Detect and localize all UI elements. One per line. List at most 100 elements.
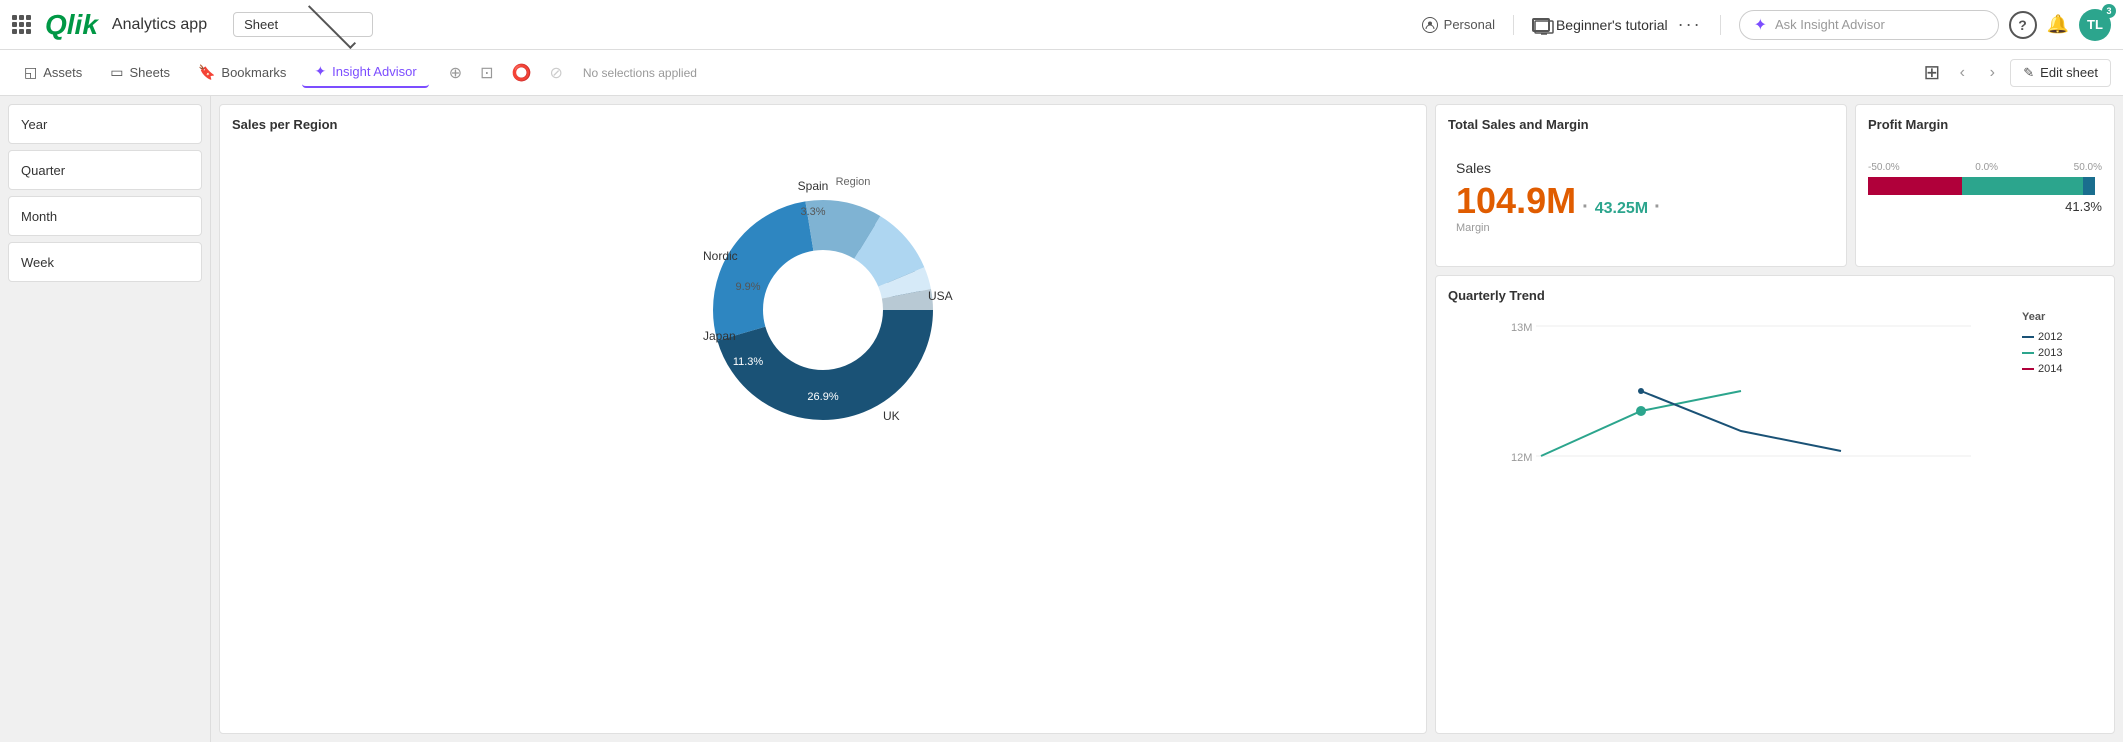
trend-2013	[1541, 391, 1741, 456]
insight-advisor-label: Insight Advisor	[332, 64, 417, 79]
sales-region-title: Sales per Region	[232, 117, 1414, 132]
charts-area: Sales per Region	[211, 96, 2123, 742]
insight-search-placeholder: Ask Insight Advisor	[1775, 17, 1885, 32]
insight-advisor-icon: ✦	[314, 63, 326, 80]
insight-advisor-button[interactable]: ✦ Insight Advisor	[302, 57, 428, 88]
more-options-button[interactable]: ···	[1678, 14, 1702, 35]
trend-svg: 13M 12M	[1448, 311, 2014, 491]
dot-2012-q2	[1638, 388, 1644, 394]
trend-2012	[1641, 391, 1841, 451]
chevron-down-icon	[308, 0, 356, 48]
personal-label: Personal	[1444, 17, 1495, 32]
personal-icon	[1422, 17, 1438, 33]
badge-container: TL 3	[2079, 9, 2111, 41]
assets-label: Assets	[43, 65, 82, 80]
axis-pos: 50.0%	[2074, 162, 2102, 173]
zoom-tool-button[interactable]: ⊕	[441, 57, 470, 89]
clear-tool-button[interactable]: ⊘	[541, 57, 570, 89]
label-japan: Japan	[703, 329, 736, 343]
edit-icon: ✎	[2023, 65, 2034, 81]
quarterly-content: 13M 12M	[1448, 311, 2102, 491]
axis-zero: 0.0%	[1975, 162, 1998, 173]
nav-prev-button[interactable]: ‹	[1948, 59, 1976, 87]
personal-area: Personal	[1422, 17, 1495, 33]
legend-2014: 2014	[2022, 363, 2102, 375]
legend-label-2012: 2012	[2038, 331, 2062, 343]
legend-label-2013: 2013	[2038, 347, 2062, 359]
donut-svg: .donut-seg { fill: none; stroke-width: 5…	[673, 160, 973, 460]
legend-2013: 2013	[2022, 347, 2102, 359]
legend-dot-2013	[2022, 352, 2034, 354]
nav-next-button[interactable]: ›	[1978, 59, 2006, 87]
sales-value-row: 104.9M · 43.25M ·	[1456, 180, 1826, 222]
notifications-icon[interactable]: 🔔	[2047, 14, 2069, 35]
margin-bar-container: -50.0% 0.0% 50.0% 41.3%	[1868, 162, 2102, 214]
trend-legend: Year 2012 2013 2014	[2022, 311, 2102, 491]
label-usa: USA	[928, 289, 953, 303]
right-panel: Total Sales and Margin Sales 104.9M · 43…	[1435, 104, 2115, 734]
sales-label: Sales	[1456, 160, 1826, 176]
insight-search[interactable]: ✦ Ask Insight Advisor	[1739, 10, 1999, 40]
filter-month[interactable]: Month	[8, 196, 202, 236]
tutorial-area: Beginner's tutorial	[1532, 17, 1668, 33]
app-name: Analytics app	[112, 16, 207, 34]
bookmarks-button[interactable]: 🔖 Bookmarks	[186, 58, 298, 87]
quarterly-trend-card: Quarterly Trend 13M 12M	[1435, 275, 2115, 734]
sheet-label: Sheet	[244, 17, 296, 32]
grid-menu-icon[interactable]	[12, 15, 31, 34]
edit-sheet-button[interactable]: ✎ Edit sheet	[2010, 59, 2111, 87]
grid-view-button[interactable]: ⊞	[1924, 60, 1941, 85]
selection-tool-button[interactable]: ⊡	[472, 57, 501, 89]
pct-uk: 26.9%	[807, 391, 838, 403]
filter-year[interactable]: Year	[8, 104, 202, 144]
second-bar: ◱ Assets ▭ Sheets 🔖 Bookmarks ✦ Insight …	[0, 50, 2123, 96]
charts-top: Sales per Region	[219, 104, 2115, 734]
help-button[interactable]: ?	[2009, 11, 2037, 39]
qlik-logo: Qlik	[45, 9, 98, 41]
margin-number: 43.25M	[1595, 200, 1648, 218]
filter-week[interactable]: Week	[8, 242, 202, 282]
filter-quarter[interactable]: Quarter	[8, 150, 202, 190]
sales-content: Sales 104.9M · 43.25M · Margin	[1448, 140, 1834, 254]
total-sales-title: Total Sales and Margin	[1448, 117, 1834, 132]
y-top: 13M	[1511, 322, 1532, 334]
trend-chart-area: 13M 12M	[1448, 311, 2014, 491]
top-bar: Qlik Analytics app Sheet Personal Beginn…	[0, 0, 2123, 50]
pct-japan: 11.3%	[733, 356, 764, 368]
margin-percentage: 41.3%	[1868, 199, 2102, 214]
notification-badge: 3	[2102, 4, 2116, 18]
margin-positive	[1962, 177, 2084, 195]
profit-margin-card: Profit Margin -50.0% 0.0% 50.0%	[1855, 104, 2115, 267]
dash-separator2: ·	[1654, 196, 1661, 219]
assets-icon: ◱	[24, 64, 37, 81]
assets-button[interactable]: ◱ Assets	[12, 58, 94, 87]
donut-container: .donut-seg { fill: none; stroke-width: 5…	[232, 140, 1414, 480]
insight-star-icon: ✦	[1754, 15, 1767, 35]
nav-arrows: ‹ ›	[1948, 59, 2006, 87]
margin-bar	[1868, 177, 2102, 195]
legend-dot-2014	[2022, 368, 2034, 370]
main-content: Year Quarter Month Week Sales per Region	[0, 96, 2123, 742]
margin-negative	[1868, 177, 1962, 195]
profit-margin-title: Profit Margin	[1868, 117, 2102, 132]
bookmarks-label: Bookmarks	[221, 65, 286, 80]
label-nordic: Nordic	[703, 249, 738, 263]
legend-dot-2012	[2022, 336, 2034, 338]
label-region: Region	[836, 176, 871, 188]
toolbar-icons: ⊕ ⊡ ⭕ ⊘	[441, 57, 571, 89]
edit-sheet-label: Edit sheet	[2040, 65, 2098, 80]
no-selections-label: No selections applied	[583, 66, 697, 80]
pct-spain: 3.3%	[800, 206, 825, 218]
margin-axis: -50.0% 0.0% 50.0%	[1868, 162, 2102, 173]
legend-title: Year	[2022, 311, 2102, 323]
axis-neg: -50.0%	[1868, 162, 1900, 173]
lasso-tool-button[interactable]: ⭕	[504, 57, 540, 89]
tutorial-label: Beginner's tutorial	[1556, 17, 1668, 33]
legend-label-2014: 2014	[2038, 363, 2062, 375]
margin-label: Margin	[1456, 222, 1826, 234]
legend-2012: 2012	[2022, 331, 2102, 343]
dash-separator: ·	[1582, 196, 1589, 219]
monitor-icon	[1532, 18, 1550, 32]
sheets-button[interactable]: ▭ Sheets	[98, 58, 182, 87]
sheet-selector[interactable]: Sheet	[233, 12, 373, 37]
